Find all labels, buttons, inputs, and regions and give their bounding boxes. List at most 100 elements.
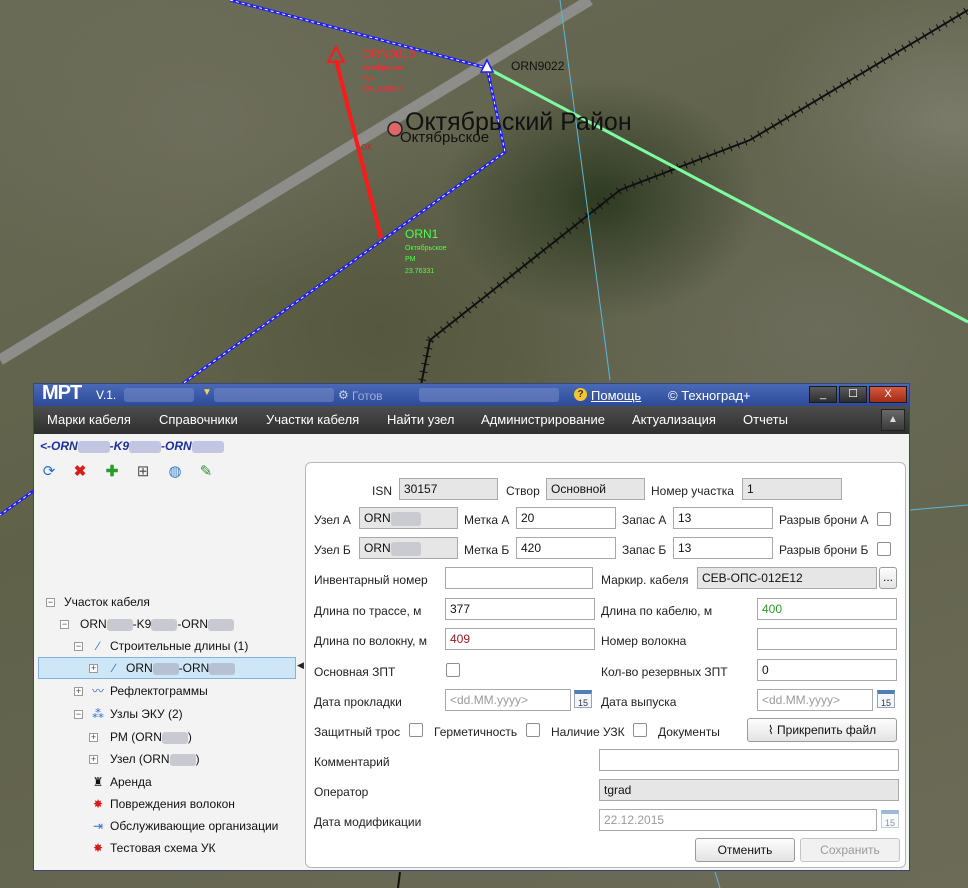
reserve-a-field[interactable]: 13 bbox=[673, 507, 773, 529]
tree-item-section[interactable]: ORN -K9 -ORN bbox=[80, 614, 235, 634]
tree-item-orgs[interactable]: ⇥ Обслуживающие организации bbox=[90, 816, 278, 836]
tree-toggle-reflectograms[interactable]: + bbox=[74, 687, 83, 696]
title-bar[interactable]: MPT V.1. ▼ ⚙ Готов ? Помощь © Техноград+… bbox=[34, 382, 909, 406]
fiber-length-field[interactable]: 409 bbox=[445, 628, 595, 650]
lay-date-label: Дата прокладки bbox=[314, 695, 402, 709]
help-link[interactable]: Помощь bbox=[591, 388, 641, 403]
tree-toggle-rm-node[interactable]: + bbox=[89, 733, 98, 742]
node-a-field[interactable]: ORN bbox=[359, 507, 458, 529]
main-zpt-label: Основная ЗПТ bbox=[314, 665, 396, 679]
fiber-number-field[interactable] bbox=[757, 628, 897, 650]
splitter-collapse-icon[interactable]: ◀ bbox=[297, 660, 304, 671]
add-icon[interactable]: ✚ bbox=[103, 463, 121, 481]
seal-checkbox[interactable] bbox=[526, 723, 540, 737]
map-node-a-id: ORN0010 bbox=[362, 47, 416, 61]
cable-mark-label: Маркир. кабеля bbox=[601, 573, 689, 587]
nodes-icon: ⁂ bbox=[92, 707, 104, 721]
tree-item-build-lengths[interactable]: ∕ Строительные длины (1) bbox=[90, 636, 248, 656]
reserve-zpt-field[interactable]: 0 bbox=[757, 659, 897, 681]
uzk-checkbox[interactable] bbox=[633, 723, 647, 737]
reflectogram-icon: 〰 bbox=[91, 684, 104, 698]
status-gear-icon: ⚙ bbox=[338, 388, 349, 402]
menu-reports[interactable]: Отчеты bbox=[743, 412, 788, 427]
mod-date-field[interactable]: 22.12.2015 bbox=[599, 809, 877, 831]
copyright-text: © Техноград+ bbox=[668, 388, 751, 403]
tree-toggle-uzel-node[interactable]: + bbox=[89, 755, 98, 764]
lay-date-field[interactable]: <dd.MM.yyyy> bbox=[445, 689, 571, 711]
close-button[interactable]: X bbox=[869, 386, 907, 403]
tree-item-eku-nodes[interactable]: ⁂ Узлы ЭКУ (2) bbox=[90, 704, 183, 724]
node-a-value: ORN bbox=[364, 511, 391, 525]
comment-field[interactable] bbox=[599, 749, 899, 771]
tree-item-rm-node[interactable]: РМ (ORN) bbox=[110, 727, 192, 747]
stvor-field[interactable]: Основной bbox=[546, 478, 645, 500]
help-icon[interactable]: ? bbox=[574, 388, 587, 401]
operator-field[interactable]: tgrad bbox=[599, 779, 899, 801]
tree-toggle-section[interactable]: − bbox=[60, 620, 69, 629]
breadcrumb-redacted bbox=[191, 440, 224, 453]
minimize-button[interactable]: _ bbox=[809, 386, 837, 403]
tree-toggle-root[interactable]: − bbox=[46, 598, 55, 607]
cable-mark-field[interactable]: СЕВ-ОПС-012Е12 bbox=[697, 567, 877, 589]
isn-label: ISN bbox=[372, 484, 393, 498]
mark-a-field[interactable]: 20 bbox=[516, 507, 616, 529]
reserve-zpt-label: Кол-во резервных ЗПТ bbox=[601, 665, 728, 679]
section-no-field[interactable]: 1 bbox=[742, 478, 842, 500]
menu-cable-sections[interactable]: Участки кабеля bbox=[266, 412, 359, 427]
tree-close-paren: ) bbox=[195, 752, 200, 766]
delete-icon[interactable]: ✖ bbox=[71, 463, 89, 481]
tree-toggle-eku-nodes[interactable]: − bbox=[74, 710, 83, 719]
cancel-button[interactable]: Отменить bbox=[695, 838, 795, 862]
cable-segment-icon: ∕ bbox=[96, 639, 99, 653]
tree-item-selected[interactable]: ∕ ORN -ORN bbox=[106, 658, 236, 678]
armor-a-checkbox[interactable] bbox=[877, 512, 891, 526]
tree-item-test-scheme[interactable]: ✸ Тестовая схема УК bbox=[90, 838, 216, 858]
release-date-calendar-icon[interactable]: 15 bbox=[877, 690, 895, 708]
menu-actualization[interactable]: Актуализация bbox=[632, 412, 716, 427]
tree-item-damage[interactable]: ✸ Повреждения волокон bbox=[90, 794, 235, 814]
cable-length-field[interactable]: 400 bbox=[757, 598, 897, 620]
lay-date-calendar-icon[interactable]: 15 bbox=[574, 690, 592, 708]
status-text: Готов bbox=[352, 389, 383, 403]
map-node-a-line3: 05010.00010 bbox=[362, 86, 403, 93]
armor-a-label: Разрыв брони А bbox=[779, 513, 869, 527]
mod-date-label: Дата модификации bbox=[314, 815, 422, 829]
edit-icon[interactable]: ✎ bbox=[197, 463, 215, 481]
menu-cable-marks[interactable]: Марки кабеля bbox=[47, 412, 131, 427]
map-green-line bbox=[486, 66, 968, 324]
reserve-b-field[interactable]: 13 bbox=[673, 537, 773, 559]
main-zpt-checkbox[interactable] bbox=[446, 663, 460, 677]
map-node-b-line2: РМ bbox=[405, 256, 416, 263]
maximize-button[interactable]: ☐ bbox=[839, 386, 867, 403]
cable-mark-browse-button[interactable]: ... bbox=[879, 567, 897, 589]
structure-icon[interactable]: ⊞ bbox=[134, 463, 152, 481]
tree-toggle-build-lengths[interactable]: − bbox=[74, 642, 83, 651]
inventory-field[interactable] bbox=[445, 567, 593, 589]
menu-find-node[interactable]: Найти узел bbox=[387, 412, 454, 427]
tree-item-root[interactable]: Участок кабеля bbox=[64, 592, 150, 612]
guard-wire-checkbox[interactable] bbox=[409, 723, 423, 737]
tree-item-rent[interactable]: ♜ Аренда bbox=[90, 772, 152, 792]
version-dropdown-icon[interactable]: ▼ bbox=[202, 387, 212, 398]
map-node-c-id: ORN9022 bbox=[511, 59, 565, 73]
release-date-field[interactable]: <dd.MM.yyyy> bbox=[757, 689, 873, 711]
tree-item-reflectograms[interactable]: 〰 Рефлектограммы bbox=[90, 681, 208, 701]
menu-administration[interactable]: Администрирование bbox=[481, 412, 605, 427]
map-node-a-marker[interactable] bbox=[326, 44, 346, 63]
node-b-field[interactable]: ORN bbox=[359, 537, 458, 559]
isn-field[interactable]: 30157 bbox=[399, 478, 498, 500]
paperclip-icon: ⌇ bbox=[767, 723, 778, 737]
tree-toggle-selected[interactable]: + bbox=[89, 664, 98, 673]
tree-item-uzel-node[interactable]: Узел (ORN) bbox=[110, 749, 200, 769]
attach-file-button[interactable]: ⌇ Прикрепить файл bbox=[747, 718, 897, 742]
tree-item-uzel-node-label: Узел (ORN bbox=[110, 752, 170, 766]
refresh-icon[interactable]: ⟳ bbox=[40, 463, 58, 481]
mark-b-field[interactable]: 420 bbox=[516, 537, 616, 559]
globe-icon[interactable]: ◍ bbox=[166, 463, 184, 481]
armor-b-checkbox[interactable] bbox=[877, 542, 891, 556]
save-button[interactable]: Сохранить bbox=[800, 838, 900, 862]
route-length-field[interactable]: 377 bbox=[445, 598, 595, 620]
breadcrumb[interactable]: <-ORN -K9 -ORN bbox=[40, 439, 224, 453]
collapse-menu-button[interactable]: ▲ bbox=[881, 409, 905, 431]
menu-references[interactable]: Справочники bbox=[159, 412, 238, 427]
